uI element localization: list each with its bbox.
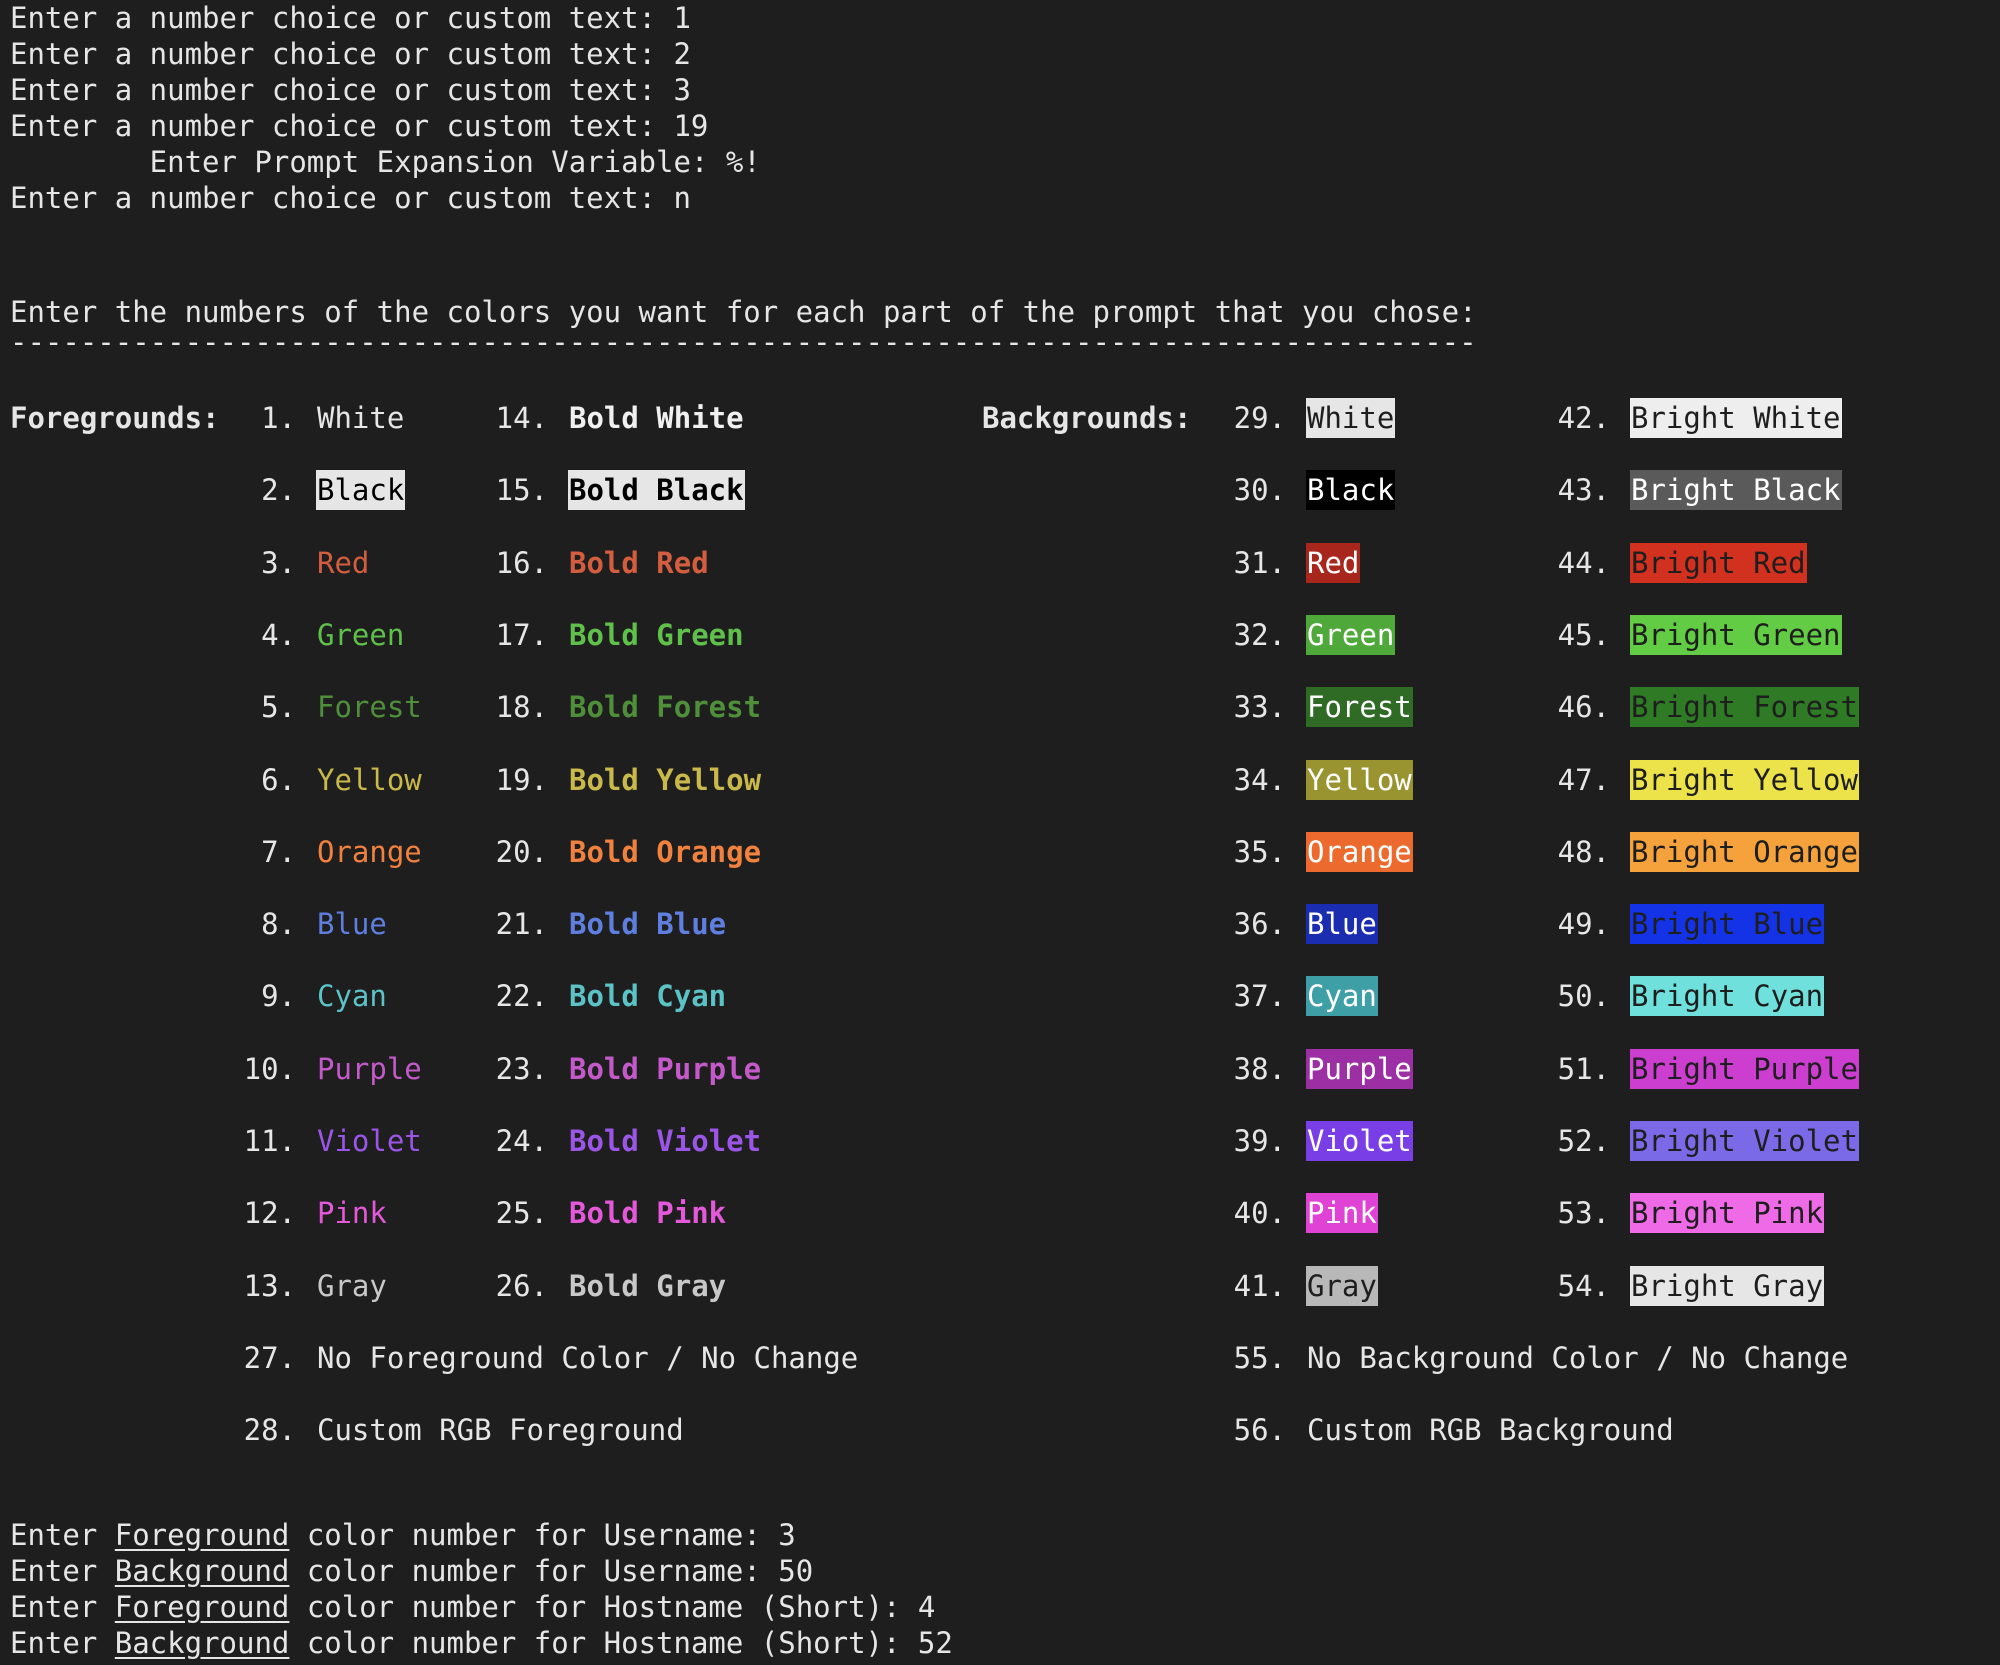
- prompt-kind: Foreground: [114, 1518, 290, 1552]
- option-number: 53.: [1557, 1196, 1610, 1231]
- background-bright-option: 45. Bright Green: [0, 614, 2000, 655]
- prompt-text: Enter a number choice or custom text:: [10, 1, 674, 35]
- terminal-line: Enter a number choice or custom text: n: [10, 180, 691, 216]
- option-number: 44.: [1557, 545, 1610, 580]
- prompt-input: 2: [673, 37, 691, 71]
- color-swatch-label: Bright Pink: [1630, 1193, 1825, 1234]
- color-swatch-label: Bright Yellow: [1630, 759, 1859, 800]
- divider-line: ----------------------------------------…: [10, 325, 1477, 359]
- prompt-text: Enter a number choice or custom text:: [10, 109, 674, 143]
- prompt-text: Enter: [10, 1554, 115, 1588]
- background-special-option: 56. Custom RGB Background: [0, 1410, 2000, 1450]
- option-label: No Background Color / No Change: [1307, 1340, 1849, 1375]
- background-bright-option: 53. Bright Pink: [0, 1193, 2000, 1234]
- prompt-input: 4: [917, 1590, 936, 1624]
- background-bright-option: 49. Bright Blue: [0, 904, 2000, 945]
- option-number: 46.: [1557, 690, 1610, 725]
- prompt-text: Enter: [10, 1626, 115, 1660]
- color-swatch-label: Bright Red: [1630, 542, 1807, 583]
- terminal-line: Enter a number choice or custom text: 1: [10, 0, 691, 36]
- color-swatch-label: Bright White: [1630, 398, 1842, 438]
- option-number: 54.: [1557, 1268, 1610, 1303]
- color-swatch-label: Bright Violet: [1630, 1121, 1859, 1161]
- prompt-text: Enter Prompt Expansion Variable:: [10, 145, 726, 179]
- option-number: 56.: [1233, 1413, 1286, 1448]
- terminal-line: Enter Background color number for Userna…: [10, 1553, 813, 1589]
- color-swatch-label: Bright Cyan: [1630, 976, 1825, 1017]
- option-number: 55.: [1233, 1340, 1286, 1375]
- option-number: 47.: [1557, 762, 1610, 797]
- terminal-line: Enter Foreground color number for Hostna…: [10, 1589, 935, 1625]
- option-number: 49.: [1557, 907, 1610, 942]
- color-swatch-label: Bright Gray: [1630, 1265, 1825, 1306]
- option-number: 45.: [1557, 617, 1610, 652]
- terminal-line: Enter Background color number for Hostna…: [10, 1625, 953, 1661]
- background-bright-option: 44. Bright Red: [0, 542, 2000, 583]
- prompt-text: Enter: [10, 1590, 115, 1624]
- background-bright-option: 52. Bright Violet: [0, 1121, 2000, 1161]
- color-swatch-label: Bright Blue: [1630, 904, 1825, 945]
- prompt-text: Enter a number choice or custom text:: [10, 181, 674, 215]
- color-swatch-label: Bright Purple: [1630, 1048, 1859, 1089]
- prompt-input: 1: [673, 1, 691, 35]
- prompt-input: 19: [673, 109, 709, 143]
- prompt-text: color number for Hostname (Short):: [289, 1590, 918, 1624]
- prompt-input: 3: [673, 73, 691, 107]
- terminal-line: Enter a number choice or custom text: 2: [10, 36, 691, 72]
- color-swatch-label: Bright Orange: [1630, 831, 1859, 872]
- terminal-line: Enter Foreground color number for Userna…: [10, 1517, 796, 1553]
- option-number: 43.: [1557, 473, 1610, 508]
- background-bright-option: 48. Bright Orange: [0, 831, 2000, 872]
- background-special-option: 55. No Background Color / No Change: [0, 1338, 2000, 1378]
- prompt-text: color number for Username:: [289, 1554, 779, 1588]
- background-bright-option: 43. Bright Black: [0, 470, 2000, 511]
- option-number: 42.: [1557, 401, 1610, 435]
- terminal-line: Enter Prompt Expansion Variable: %!: [10, 144, 761, 180]
- option-number: 51.: [1557, 1051, 1610, 1086]
- prompt-text: Enter a number choice or custom text:: [10, 37, 674, 71]
- background-bright-option: 51. Bright Purple: [0, 1048, 2000, 1089]
- background-bright-option: 50. Bright Cyan: [0, 976, 2000, 1017]
- prompt-kind: Foreground: [114, 1590, 290, 1624]
- prompt-input: 3: [778, 1518, 796, 1552]
- color-swatch-label: Bright Green: [1630, 614, 1842, 655]
- terminal-line: Enter a number choice or custom text: 19: [10, 108, 708, 144]
- background-bright-option: 54. Bright Gray: [0, 1265, 2000, 1306]
- prompt-kind: Background: [114, 1554, 290, 1588]
- background-bright-option: 47. Bright Yellow: [0, 759, 2000, 800]
- prompt-text: Enter: [10, 1518, 115, 1552]
- color-swatch-label: Bright Forest: [1630, 687, 1859, 728]
- prompt-text: Enter a number choice or custom text:: [10, 73, 674, 107]
- prompt-input: %!: [725, 145, 761, 179]
- color-swatch-label: Bright Black: [1630, 470, 1842, 511]
- prompt-input: 52: [917, 1626, 953, 1660]
- prompt-text: color number for Hostname (Short):: [289, 1626, 918, 1660]
- background-bright-option: 42. Bright White: [0, 398, 2000, 438]
- prompt-input: n: [673, 181, 691, 215]
- option-number: 52.: [1557, 1124, 1610, 1158]
- option-number: 50.: [1557, 979, 1610, 1014]
- prompt-kind: Background: [114, 1626, 290, 1660]
- prompt-text: color number for Username:: [289, 1518, 779, 1552]
- background-bright-option: 46. Bright Forest: [0, 687, 2000, 728]
- terminal-line: Enter a number choice or custom text: 3: [10, 72, 691, 108]
- option-number: 48.: [1557, 834, 1610, 869]
- prompt-input: 50: [778, 1554, 814, 1588]
- option-label: Custom RGB Background: [1307, 1413, 1674, 1448]
